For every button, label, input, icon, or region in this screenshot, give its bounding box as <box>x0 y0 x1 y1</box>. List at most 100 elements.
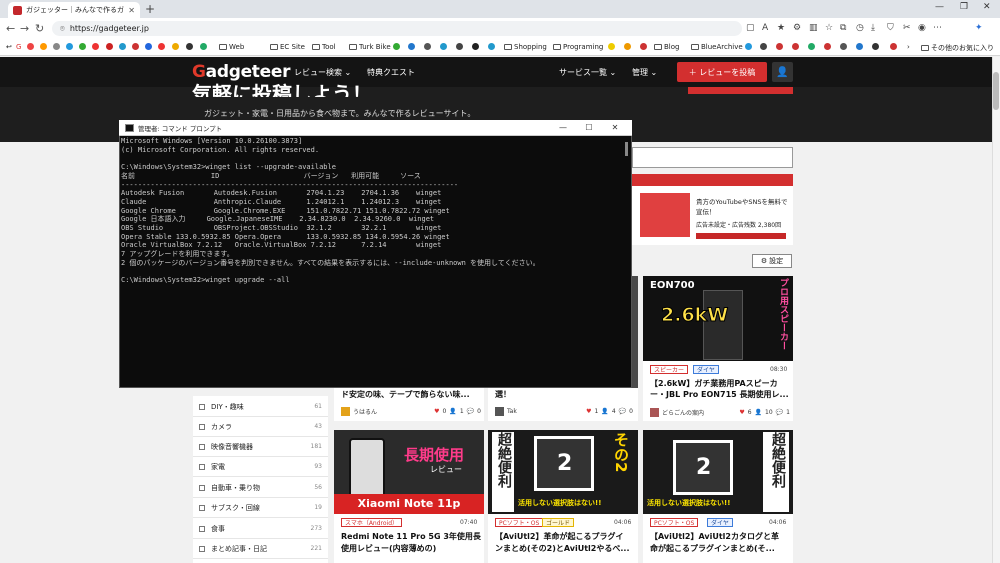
bookmark-folder-shopping[interactable]: Shopping <box>504 43 547 51</box>
more-icon[interactable]: ⋯ <box>933 23 942 33</box>
bookmark-icon[interactable] <box>624 43 631 50</box>
shield-icon[interactable]: ⛉ <box>887 23 894 33</box>
checkbox-icon[interactable] <box>199 484 205 491</box>
copilot-icon[interactable]: ✦ <box>975 23 983 33</box>
bookmark-icon[interactable] <box>200 43 207 50</box>
search-box[interactable] <box>632 147 793 168</box>
bookmark-icon[interactable] <box>393 43 400 50</box>
category-item[interactable]: 映像音響機器 181 <box>193 437 328 457</box>
checkbox-icon[interactable] <box>199 423 205 430</box>
bookmark-folder-blog[interactable]: Blog <box>654 43 679 51</box>
bookmark-icon[interactable] <box>840 43 847 50</box>
site-info-icon[interactable]: ⌾ <box>60 24 65 34</box>
cmd-scrollbar-thumb[interactable] <box>625 142 628 156</box>
checkbox-icon[interactable] <box>199 525 205 532</box>
nav-admin[interactable]: 管理 ⌄ <box>632 67 657 78</box>
split-icon[interactable]: ▥ <box>809 23 818 33</box>
bookmark-icon[interactable] <box>440 43 447 50</box>
bookmark-icon[interactable] <box>872 43 879 50</box>
nav-quest[interactable]: 特典クエスト <box>367 67 415 78</box>
bookmark-folder-ec-site[interactable]: EC Site <box>270 43 305 51</box>
category-item[interactable]: 家電 93 <box>193 457 328 477</box>
read-aloud-icon[interactable]: A <box>762 23 768 33</box>
browser-tab[interactable]: ガジェッター｜みんなで作るガジェットレビ ✕ <box>8 2 140 18</box>
bookmark-folder-tool[interactable]: Tool <box>312 43 336 51</box>
checkbox-icon[interactable] <box>199 443 205 450</box>
bookmark-icon[interactable] <box>424 43 431 50</box>
download-icon[interactable]: ⤓ <box>871 23 875 33</box>
bookmark-icon[interactable] <box>776 43 783 50</box>
nav-services[interactable]: サービス一覧 ⌄ <box>559 67 616 78</box>
cmd-scrollbar[interactable] <box>622 137 631 387</box>
collections-icon[interactable]: ⧉ <box>840 23 846 33</box>
bookmark-icon[interactable] <box>186 43 193 50</box>
checkbox-icon[interactable] <box>199 403 205 410</box>
category-badge[interactable]: スピーカー <box>650 365 689 374</box>
bookmark-icon[interactable] <box>119 43 126 50</box>
bookmark-icon[interactable] <box>760 43 767 50</box>
checkbox-icon[interactable] <box>199 504 205 511</box>
window-close-icon[interactable]: ✕ <box>983 2 991 12</box>
bookmark-icon[interactable] <box>808 43 815 50</box>
history-icon[interactable]: ◷ <box>856 23 864 33</box>
minimize-icon[interactable]: — <box>935 2 944 12</box>
bookmark-icon[interactable] <box>472 43 479 50</box>
page-scrollbar[interactable] <box>992 57 1000 563</box>
category-item[interactable]: 食事 273 <box>193 519 328 539</box>
review-card-aviutl[interactable]: 超絶便利 2 その2 活用しない選択肢はない!! PCソフト・OS ゴールド 0… <box>488 430 638 563</box>
bookmark-folder-web[interactable]: Web <box>219 43 244 51</box>
category-item[interactable]: サブスク・回線 19 <box>193 498 328 518</box>
close-icon[interactable]: ✕ <box>604 123 626 132</box>
bookmark-icon[interactable]: G <box>16 43 21 51</box>
bookmark-icon[interactable] <box>27 43 34 50</box>
minimize-icon[interactable]: — <box>552 123 574 132</box>
post-review-button[interactable]: ＋ レビューを投稿 <box>677 62 767 82</box>
bookmark-icon[interactable] <box>40 43 47 50</box>
bookmark-icon[interactable] <box>92 43 99 50</box>
bookmark-folder-bluearchive[interactable]: BlueArchive <box>691 43 743 51</box>
scrollbar-thumb[interactable] <box>993 72 999 110</box>
forward-icon[interactable]: → <box>20 22 29 35</box>
review-card-jbl[interactable]: EON700 2.6kW プロ用スピーカー スピーカー ダイヤ 08:30 【2… <box>643 276 793 421</box>
bookmark-folder-other[interactable]: その他のお気に入り <box>921 43 994 53</box>
review-card-aviutl-catalog[interactable]: 2 超絶便利 活用しない選択肢はない!! PCソフト・OS ダイヤ 04:06 … <box>643 430 793 563</box>
bookmark-icon[interactable] <box>890 43 897 50</box>
favorites-icon[interactable]: ☆ <box>825 23 833 33</box>
bookmark-folder-turk-bike[interactable]: Turk Bike <box>349 43 391 51</box>
bookmark-icon[interactable] <box>145 43 152 50</box>
restore-icon[interactable]: ❐ <box>960 2 968 12</box>
bookmark-icon[interactable] <box>106 43 113 50</box>
category-item[interactable]: DIY・趣味 61 <box>193 397 328 417</box>
bookmark-icon[interactable] <box>172 43 179 50</box>
bookmark-icon[interactable] <box>608 43 615 50</box>
favorite-star-icon[interactable]: ★ <box>777 23 785 33</box>
app-icon[interactable]: ▢ <box>746 23 755 33</box>
bookmark-icon[interactable] <box>408 43 415 50</box>
checkbox-icon[interactable] <box>199 463 205 470</box>
bookmark-icon[interactable] <box>488 43 495 50</box>
review-card-xiaomi[interactable]: 長期使用 レビュー Xiaomi Note 11p スマホ（Android） 0… <box>334 430 484 563</box>
new-tab-icon[interactable]: + <box>145 2 155 16</box>
category-badge[interactable]: PCソフト・OS <box>650 518 699 527</box>
extensions-icon[interactable]: ⚙ <box>793 23 801 33</box>
bookmark-icon[interactable] <box>856 43 863 50</box>
bookmark-icon[interactable]: ↩ <box>6 43 12 51</box>
screenshot-icon[interactable]: ✂ <box>903 23 911 33</box>
checkbox-icon[interactable] <box>199 545 205 552</box>
maximize-icon[interactable]: ☐ <box>578 123 600 132</box>
hero-button[interactable] <box>688 87 793 94</box>
reload-icon[interactable]: ↻ <box>35 22 44 35</box>
category-item[interactable]: まとめ記事・日記 221 <box>193 539 328 559</box>
bookmark-icon[interactable] <box>79 43 86 50</box>
category-item[interactable]: カメラ 43 <box>193 417 328 437</box>
cmd-titlebar[interactable]: 管理者: コマンド プロンプト — ☐ ✕ <box>119 120 632 136</box>
settings-button[interactable]: ⚙ 設定 <box>752 254 792 268</box>
close-icon[interactable]: ✕ <box>128 6 135 15</box>
bookmark-icon[interactable] <box>53 43 60 50</box>
bookmark-icon[interactable] <box>640 43 647 50</box>
bookmark-icon[interactable] <box>824 43 831 50</box>
back-icon[interactable]: ← <box>6 22 15 35</box>
bookmark-icon[interactable] <box>66 43 73 50</box>
bookmark-icon[interactable] <box>792 43 799 50</box>
bookmark-icon[interactable] <box>132 43 139 50</box>
